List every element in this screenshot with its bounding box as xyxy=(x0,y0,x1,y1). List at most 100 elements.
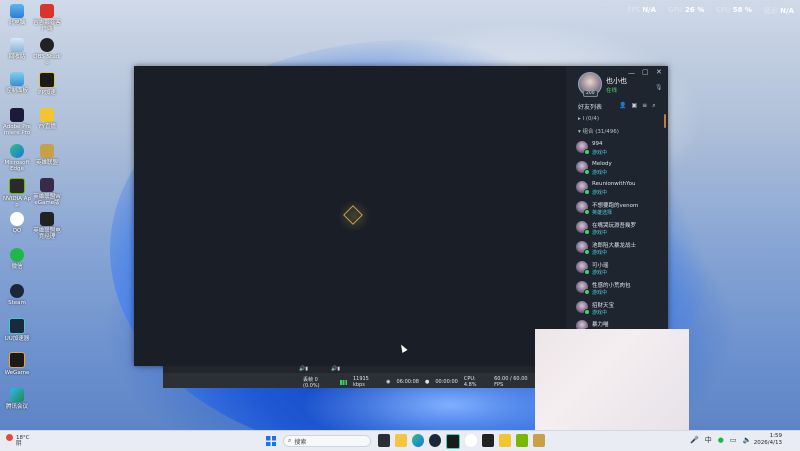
task-view-icon[interactable] xyxy=(378,434,390,447)
friend-item[interactable]: Melody 游戏中 xyxy=(576,159,666,179)
jiji-icon xyxy=(40,4,54,18)
wegame-icon xyxy=(9,352,25,368)
desktop-icon-obs[interactable]: OBS Studio xyxy=(32,38,62,67)
obs-icon[interactable] xyxy=(482,434,494,447)
level-badge: 200 xyxy=(583,90,598,97)
friend-item[interactable]: 994 游戏中 xyxy=(576,139,666,159)
volume-icon[interactable]: 🔈 xyxy=(742,436,751,444)
bitrate: 11915 kbps xyxy=(352,376,369,388)
gpu-stat: GPU 26 % xyxy=(668,6,705,14)
folder-icon[interactable]: ▣ xyxy=(631,102,637,110)
desktop-icon-tencent-meeting[interactable]: 腾讯会议 xyxy=(2,388,32,410)
meeting-icon xyxy=(10,388,24,402)
yy-icon[interactable] xyxy=(499,434,511,447)
obs-status-window: 🔊▮ 🔊▮ 丢帧 0 (0.0%) 11915 kbps ◉ 06:00:08 … xyxy=(163,366,535,389)
group-toggle-2[interactable]: ▾ 组合 (31/496) xyxy=(578,127,619,135)
steam-icon xyxy=(10,284,24,298)
obs-cpu: CPU: 4.8% xyxy=(463,376,477,388)
online-dot xyxy=(584,209,590,215)
desktop-icon-this-pc[interactable]: 此电脑 xyxy=(2,4,32,26)
rec-time: 06:00:08 xyxy=(396,379,419,385)
uu-icon xyxy=(9,318,25,334)
sidebar-scrollbar[interactable] xyxy=(664,114,666,128)
desktop-icon-jiji[interactable]: 吉吉影音客户端 xyxy=(32,4,62,33)
obs-fps: 60.00 / 60.00 FPS xyxy=(494,376,528,388)
friend-item[interactable]: 招财天宝 游戏中 xyxy=(576,299,666,319)
ime-indicator[interactable]: 中 xyxy=(705,435,712,445)
profile-name: 也小也 xyxy=(606,77,627,85)
wechat-tray-icon[interactable]: ● xyxy=(718,436,724,444)
desktop-icon-lol[interactable]: 英雄联盟 xyxy=(32,144,62,166)
obscured-region xyxy=(535,329,689,430)
friend-item[interactable]: 不想要跑的venom 英雄选择 xyxy=(576,199,666,219)
close-button[interactable]: ✕ xyxy=(656,68,662,76)
qq-icon xyxy=(10,212,24,226)
desktop-icon-control-panel[interactable]: 控制面板 xyxy=(2,72,32,94)
taskbar: 18°C 阴 ⌕ 搜索 🎤 中 ● ▭ 🔈 1:59 2026/4/13 xyxy=(0,430,800,451)
friend-item[interactable]: 性感的小荒肉包 游戏中 xyxy=(576,279,666,299)
taskbar-apps xyxy=(378,434,545,449)
league-icon[interactable] xyxy=(533,434,545,447)
nvidia-icon xyxy=(9,178,25,194)
desktop-icon-wechat[interactable]: 微信 xyxy=(2,248,32,270)
mic-icon[interactable]: 🎤 xyxy=(690,436,699,444)
signal-icon xyxy=(339,379,347,385)
qq-icon[interactable] xyxy=(465,434,477,447)
record-icon: ◉ xyxy=(386,379,391,385)
desktop-icon-nvidia[interactable]: NVIDIA App xyxy=(2,178,32,209)
desktop-icon-qq[interactable]: QQ xyxy=(2,212,32,234)
desktop-icon-recycle-bin[interactable]: 回收站 xyxy=(2,38,32,60)
esports-manager-icon xyxy=(40,212,54,226)
launcher-loading-area xyxy=(134,66,566,366)
edge-icon[interactable] xyxy=(412,434,424,447)
speaker-icon[interactable]: 🔊▮ xyxy=(331,366,340,372)
system-tray: 🎤 中 ● ▭ 🔈 xyxy=(690,435,751,445)
yy-icon xyxy=(40,108,54,122)
search-icon[interactable]: ⌕ xyxy=(652,102,655,110)
speaker-icon[interactable]: 🔊▮ xyxy=(299,366,308,372)
nvidia-icon[interactable] xyxy=(516,434,528,447)
online-dot xyxy=(584,229,590,235)
add-friend-icon[interactable]: 👤 xyxy=(619,102,626,110)
control-panel-icon xyxy=(10,72,24,86)
network-icon[interactable]: ▭ xyxy=(730,436,737,444)
dropped-frames: 丢帧 0 (0.0%) xyxy=(303,376,320,389)
list-icon[interactable]: ≡ xyxy=(642,102,647,110)
steam-icon[interactable] xyxy=(429,434,441,447)
friends-list-header: 好友列表 xyxy=(578,104,603,111)
profile-status[interactable]: 在线 xyxy=(606,86,617,94)
uu-icon[interactable] xyxy=(446,434,460,449)
friend-item[interactable]: 池郎阻大暴龙战士 游戏中 xyxy=(576,239,666,259)
desktop-icon-wegame[interactable]: WeGame xyxy=(2,352,32,376)
online-dot xyxy=(584,289,590,295)
desktop-icon-pp[interactable]: PP加速 xyxy=(32,72,62,96)
file-explorer-icon[interactable] xyxy=(395,434,407,447)
online-dot xyxy=(584,189,590,195)
premiere-icon xyxy=(10,108,24,122)
desktop-icon-edge[interactable]: Microsoft Edge xyxy=(2,144,32,173)
minimize-button[interactable]: — xyxy=(602,3,609,11)
friend-item[interactable]: ReunionwithYou 游戏中 xyxy=(576,179,666,199)
online-dot xyxy=(584,269,590,275)
group-toggle-1[interactable]: ▸ I (0/4) xyxy=(578,116,599,122)
online-dot xyxy=(584,169,590,175)
maximize-button[interactable]: ▢ xyxy=(642,68,649,76)
friend-item[interactable]: 在嘴哭玩淵吾幾罗 游戏中 xyxy=(576,219,666,239)
stream-time: 00:00:00 xyxy=(435,379,458,385)
desktop-icon-uu[interactable]: UU加速器 xyxy=(2,318,32,342)
desktop-icon-steam[interactable]: Steam xyxy=(2,284,32,306)
desktop-icon-yy[interactable]: YY直播 xyxy=(32,108,62,130)
mic-icon[interactable]: 🎙 xyxy=(655,84,663,91)
desktop-icon-premiere[interactable]: Adobe Premiere Pro xyxy=(2,108,32,137)
recycle-bin-icon xyxy=(10,38,24,52)
friends-toolbar: 👤 ▣ ≡ ⌕ xyxy=(619,102,656,110)
desktop-icon-lol-manager[interactable]: 英雄联盟电竞经理 xyxy=(32,212,62,241)
weather-widget[interactable]: 18°C 阴 xyxy=(6,434,30,447)
taskbar-clock[interactable]: 1:59 2026/4/13 xyxy=(754,433,782,447)
taskbar-search[interactable]: ⌕ 搜索 xyxy=(283,435,371,447)
wechat-icon xyxy=(10,248,24,262)
minimize-icon[interactable]: — xyxy=(628,69,635,77)
windows-start-icon[interactable] xyxy=(266,436,276,446)
desktop-icon-lol-wegame[interactable]: 英雄联盟WeGame版 xyxy=(32,178,62,207)
friend-item[interactable]: 可小瑶 游戏中 xyxy=(576,259,666,279)
